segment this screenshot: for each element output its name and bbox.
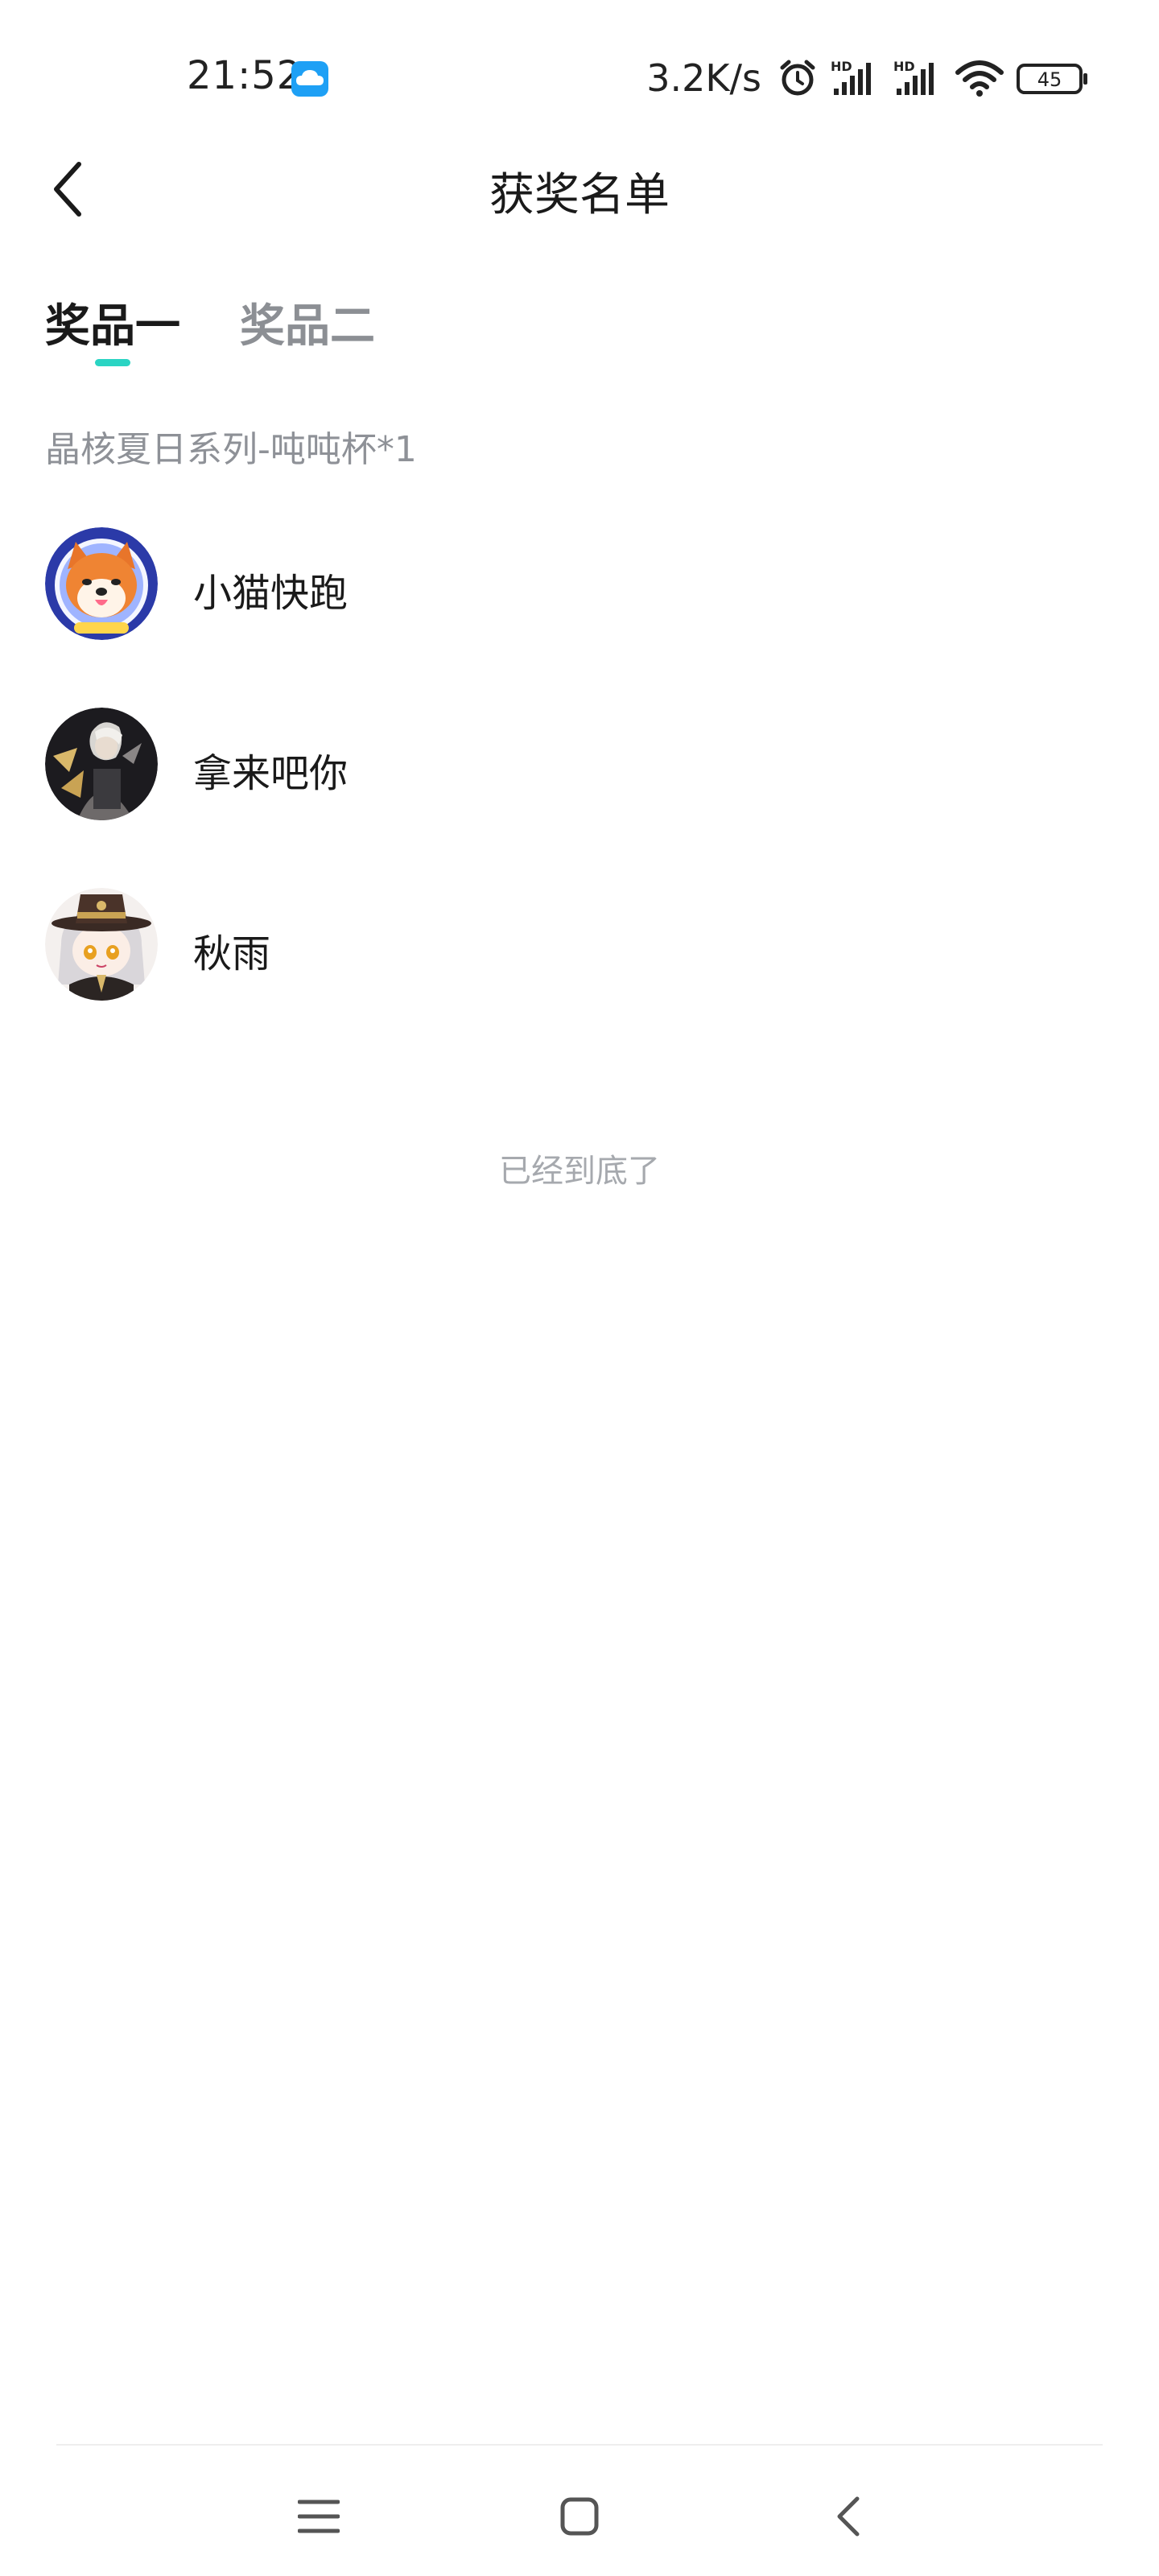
nav-back-button[interactable]	[816, 2484, 881, 2549]
menu-button[interactable]	[287, 2484, 351, 2549]
anime-girl-hat-avatar[interactable]	[45, 888, 158, 1001]
signal-hd-icon: HD	[831, 59, 871, 95]
shiba-dog-avatar[interactable]	[45, 527, 158, 640]
menu-icon	[298, 2500, 340, 2533]
end-of-list-text: 已经到底了	[499, 1153, 660, 1190]
alarm-icon	[780, 60, 815, 96]
page-title: 获奖名单	[489, 169, 670, 221]
winner-list: 小猫快跑 拿来吧你 秋雨	[45, 527, 1116, 1068]
active-tab-indicator	[95, 359, 130, 366]
home-icon	[560, 2497, 599, 2536]
winner-name[interactable]: 拿来吧你	[193, 741, 348, 798]
network-speed: 3.2K/s	[646, 56, 761, 100]
svg-text:HD: HD	[893, 59, 915, 74]
dark-knight-avatar[interactable]	[45, 708, 158, 820]
nav-divider	[56, 2444, 1103, 2446]
signal-hd-icon-2: HD	[893, 59, 934, 95]
winner-row[interactable]: 拿来吧你	[45, 708, 1116, 888]
header: 获奖名单	[0, 141, 1159, 237]
prize-tabs: 奖品一 奖品二	[45, 290, 375, 378]
cloud-app-icon	[291, 61, 328, 97]
winner-name[interactable]: 小猫快跑	[193, 561, 348, 617]
system-nav-bar	[0, 2455, 1159, 2576]
winner-row[interactable]: 秋雨	[45, 888, 1116, 1068]
winner-row[interactable]: 小猫快跑	[45, 527, 1116, 708]
wifi-icon	[955, 60, 1004, 97]
tab-label: 奖品二	[240, 300, 375, 353]
back-icon	[837, 2496, 860, 2537]
svg-text:HD: HD	[831, 59, 852, 74]
tab-prize-1[interactable]: 奖品一	[45, 290, 180, 362]
battery-icon: 45	[1017, 64, 1087, 94]
status-bar: 21:52 3.2K/s HD HD 45	[0, 0, 1159, 161]
winner-name[interactable]: 秋雨	[193, 922, 270, 978]
status-time: 21:52	[187, 53, 303, 98]
battery-level: 45	[1037, 68, 1062, 91]
prize-description: 晶核夏日系列-吨吨杯*1	[45, 429, 417, 470]
tab-label: 奖品一	[45, 300, 180, 353]
home-button[interactable]	[547, 2484, 612, 2549]
tab-prize-2[interactable]: 奖品二	[240, 290, 375, 362]
status-icons: 3.2K/s HD HD 45	[646, 50, 1090, 106]
